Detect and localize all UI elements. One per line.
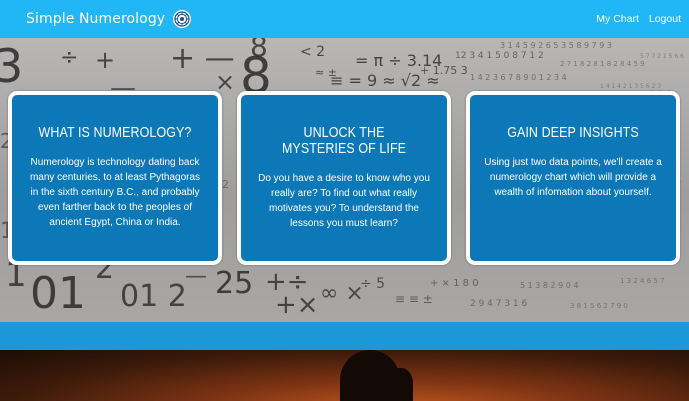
card-body: Do you have a desire to know who you rea…: [258, 173, 430, 229]
card-title: GAIN DEEP INSIGHTS: [507, 125, 639, 141]
nav-my-chart-link[interactable]: My Chart: [596, 13, 639, 25]
card-title: WHAT IS NUMEROLOGY?: [38, 125, 192, 141]
svg-text:1 4 1 4 2 1 3 5 6 2 3: 1 4 1 4 2 1 3 5 6 2 3: [600, 83, 661, 90]
svg-text:+: +: [95, 46, 115, 74]
svg-text:+ 1.75 3: + 1.75 3: [420, 64, 468, 77]
svg-text:2: 2: [222, 178, 229, 191]
svg-text:01 2: 01 2: [120, 279, 187, 314]
svg-text:—: —: [185, 264, 207, 289]
svg-text:≡ ≡ ±: ≡ ≡ ±: [395, 292, 433, 306]
svg-text:2 9 4 7 3 1 6: 2 9 4 7 3 1 6: [470, 299, 528, 309]
brand-name: Simple Numerology: [26, 11, 166, 27]
svg-text:< 2: < 2: [300, 44, 325, 60]
card-body: Using just two data points, we'll create…: [484, 157, 662, 198]
card-title: UNLOCK THE MYSTERIES OF LIFE: [281, 125, 407, 157]
person-silhouette-arm: [385, 368, 413, 401]
svg-text:∞ ×: ∞ ×: [320, 281, 364, 306]
svg-text:2 7 1 8 2 8 1 8 2 8 4 5 9: 2 7 1 8 2 8 1 8 2 8 4 5 9: [560, 60, 645, 68]
sunset-image-section: [0, 350, 689, 401]
nav-logout-link[interactable]: Logout: [649, 13, 681, 25]
svg-text:8: 8: [250, 38, 268, 63]
section-divider-band: [0, 322, 689, 350]
svg-text:÷ 5: ÷ 5: [360, 276, 385, 292]
svg-text:1 4 2 3 6 7 8 9 0 1 2 3 4: 1 4 2 3 6 7 8 9 0 1 2 3 4: [470, 73, 567, 82]
card-gain-insights: GAIN DEEP INSIGHTS Using just two data p…: [466, 91, 680, 265]
card-body: Numerology is technology dating back man…: [29, 157, 201, 228]
svg-text:12 3 4 1 5 0 8 7 1 2: 12 3 4 1 5 0 8 7 1 2: [455, 51, 544, 61]
svg-text:5 1 3 8 2 9 0 4: 5 1 3 8 2 9 0 4: [520, 281, 579, 290]
top-navbar: Simple Numerology My Chart Logout: [0, 0, 689, 38]
svg-text:1 3 2 4 6 5 7: 1 3 2 4 6 5 7: [620, 277, 665, 285]
nav-links: My Chart Logout: [596, 0, 681, 38]
card-what-is-numerology: WHAT IS NUMEROLOGY? Numerology is techno…: [8, 91, 222, 265]
svg-text:3: 3: [0, 39, 23, 93]
svg-text:+ × 1 8 0: + × 1 8 0: [430, 278, 479, 289]
hero-section: 3 ÷ + — + — ⨯ 8 8 < 2 ≈ ± = π ÷ 3.14 ≡ =…: [0, 38, 689, 322]
svg-text:01: 01: [30, 268, 86, 319]
svg-text:5 7 7 2 1 5 6 6: 5 7 7 2 1 5 6 6: [640, 53, 684, 60]
svg-text:÷: ÷: [60, 45, 78, 70]
numerology-wheel-icon: [173, 10, 192, 28]
svg-text:25: 25: [215, 266, 253, 301]
svg-text:+×: +×: [275, 290, 319, 320]
brand[interactable]: Simple Numerology: [26, 0, 192, 38]
card-unlock-mysteries: UNLOCK THE MYSTERIES OF LIFE Do you have…: [237, 91, 451, 265]
svg-text:3 1 4 5 9 2 6 5 3 5 8 9 7 9 3: 3 1 4 5 9 2 6 5 3 5 8 9 7 9 3: [500, 41, 612, 50]
svg-text:3 8 1 5 6 2 7 9 0: 3 8 1 5 6 2 7 9 0: [570, 302, 628, 310]
